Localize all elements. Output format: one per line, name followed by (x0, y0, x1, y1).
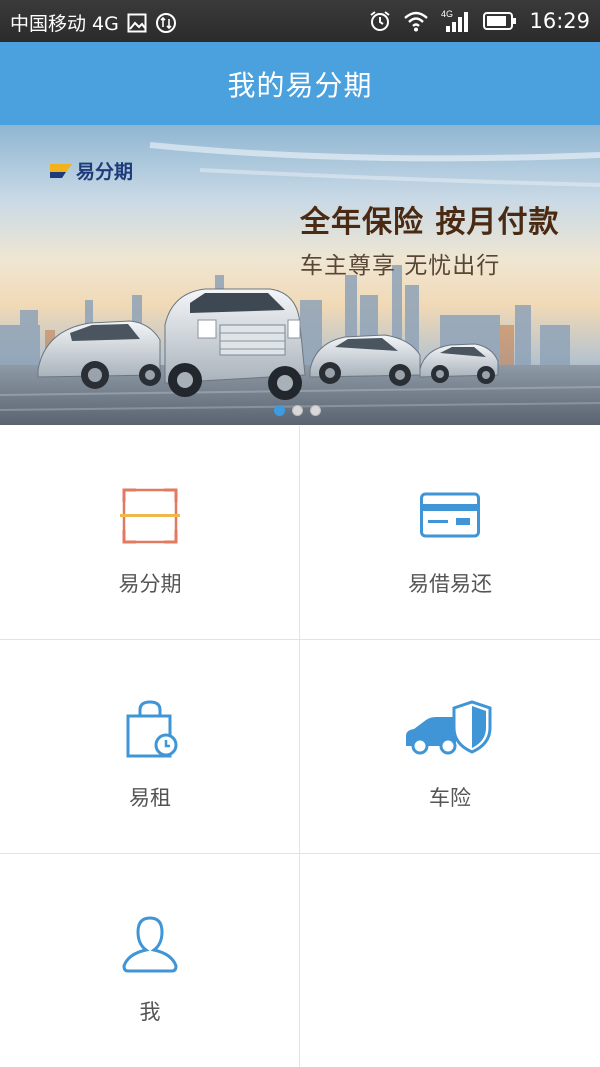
menu-item-label: 易租 (129, 786, 171, 810)
banner-subline: 车主尊享 无忧出行 (300, 253, 501, 279)
clock: 16:29 (529, 9, 590, 33)
menu-item-label: 易借易还 (408, 572, 492, 596)
status-left: 中国移动 4G (10, 9, 177, 36)
menu-grid: 易分期 易借易还 易租 车险 我 (0, 426, 600, 1067)
banner-logo: 易分期 (48, 157, 133, 184)
status-right: 4G 16:29 (369, 9, 590, 33)
menu-item-label: 车险 (429, 786, 471, 810)
signal-icon: 4G (441, 9, 471, 33)
banner-headline: 全年保险 按月付款 (300, 205, 560, 240)
alarm-icon (369, 10, 391, 32)
carousel-dot-2[interactable] (292, 405, 303, 416)
app-header: 我的易分期 (0, 42, 600, 125)
menu-item-label: 我 (139, 1000, 161, 1024)
image-notification-icon (127, 13, 147, 33)
menu-item-me[interactable]: 我 (0, 854, 300, 1067)
carousel-indicator[interactable] (274, 405, 321, 416)
battery-icon (483, 11, 517, 31)
scan-frame-icon (120, 488, 180, 544)
logo-mark-icon (50, 163, 72, 178)
car-shield-icon (406, 700, 492, 755)
menu-item-empty (300, 854, 600, 1067)
shopping-bag-icon (126, 700, 178, 758)
status-bar: 中国移动 4G 4G 16:29 (0, 0, 600, 42)
credit-card-icon (420, 492, 480, 538)
menu-item-car-insurance[interactable]: 车险 (300, 640, 600, 854)
menu-item-label: 易分期 (118, 572, 182, 596)
menu-item-rent[interactable]: 易租 (0, 640, 300, 854)
menu-item-installment[interactable]: 易分期 (0, 426, 300, 640)
user-icon (122, 916, 178, 973)
carousel-dot-3[interactable] (310, 405, 321, 416)
carrier-label: 中国移动 4G (10, 13, 119, 35)
data-sync-icon (155, 12, 177, 34)
carousel-dot-1[interactable] (274, 405, 285, 416)
wifi-icon (403, 10, 429, 32)
page-title: 我的易分期 (227, 68, 373, 102)
promo-banner[interactable]: 易分期 全年保险 按月付款 车主尊享 无忧出行 (0, 125, 600, 425)
network-type-label: 4G (441, 9, 453, 19)
menu-item-borrow-repay[interactable]: 易借易还 (300, 426, 600, 640)
banner-logo-text: 易分期 (76, 161, 134, 183)
